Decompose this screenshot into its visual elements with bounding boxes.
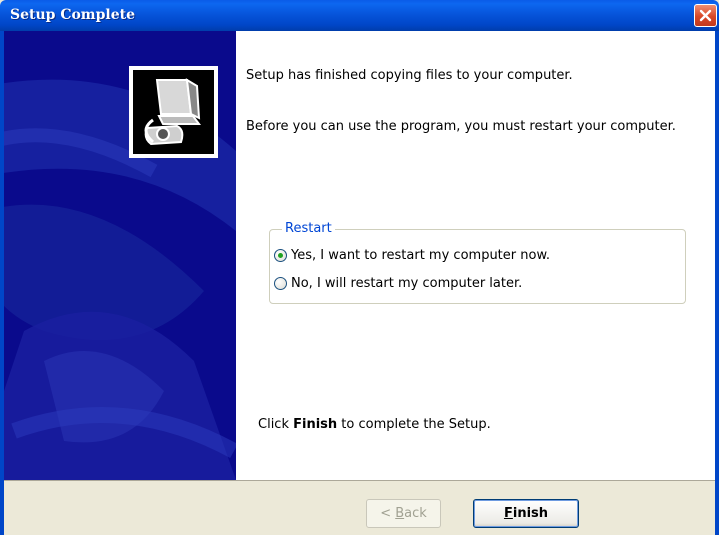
finish-rest: inish bbox=[512, 506, 549, 521]
content-area: Setup has finished copying files to your… bbox=[236, 31, 715, 480]
title-bar[interactable]: Setup Complete bbox=[0, 0, 719, 31]
restart-groupbox: Restart Yes, I want to restart my comput… bbox=[269, 221, 686, 304]
finish-instruction-text: Click Finish to complete the Setup. bbox=[258, 417, 491, 432]
finish-button[interactable]: Finish bbox=[473, 499, 579, 528]
window-frame-right bbox=[715, 31, 719, 535]
bottom-separator bbox=[4, 480, 715, 481]
restart-notice-text: Before you can use the program, you must… bbox=[246, 119, 676, 134]
restart-now-label[interactable]: Yes, I want to restart my computer now. bbox=[291, 248, 550, 263]
back-mnemonic: B bbox=[395, 506, 405, 521]
copy-status-text: Setup has finished copying files to your… bbox=[246, 68, 573, 83]
back-button[interactable]: < Back bbox=[366, 499, 441, 528]
restart-group-title: Restart bbox=[282, 221, 335, 236]
side-banner bbox=[4, 31, 236, 480]
setup-dialog: Setup Complete Setup has finished copyin… bbox=[0, 0, 719, 535]
finish-prefix: Click bbox=[258, 417, 294, 432]
window-title: Setup Complete bbox=[10, 7, 136, 23]
close-button[interactable] bbox=[694, 4, 717, 27]
setup-icon-frame bbox=[129, 66, 218, 158]
finish-mnemonic: F bbox=[503, 506, 513, 521]
back-prefix: < bbox=[380, 506, 396, 521]
back-rest: ack bbox=[404, 506, 427, 521]
finish-bold-word: Finish bbox=[293, 417, 338, 432]
radio-checked-icon[interactable] bbox=[274, 249, 287, 262]
computer-setup-icon bbox=[144, 78, 201, 146]
close-icon bbox=[699, 9, 712, 22]
radio-unchecked-icon[interactable] bbox=[274, 277, 287, 290]
finish-suffix: to complete the Setup. bbox=[337, 417, 491, 432]
restart-now-radio[interactable]: Yes, I want to restart my computer now. bbox=[274, 248, 550, 263]
restart-later-radio[interactable]: No, I will restart my computer later. bbox=[274, 276, 522, 291]
restart-later-label[interactable]: No, I will restart my computer later. bbox=[291, 276, 522, 291]
